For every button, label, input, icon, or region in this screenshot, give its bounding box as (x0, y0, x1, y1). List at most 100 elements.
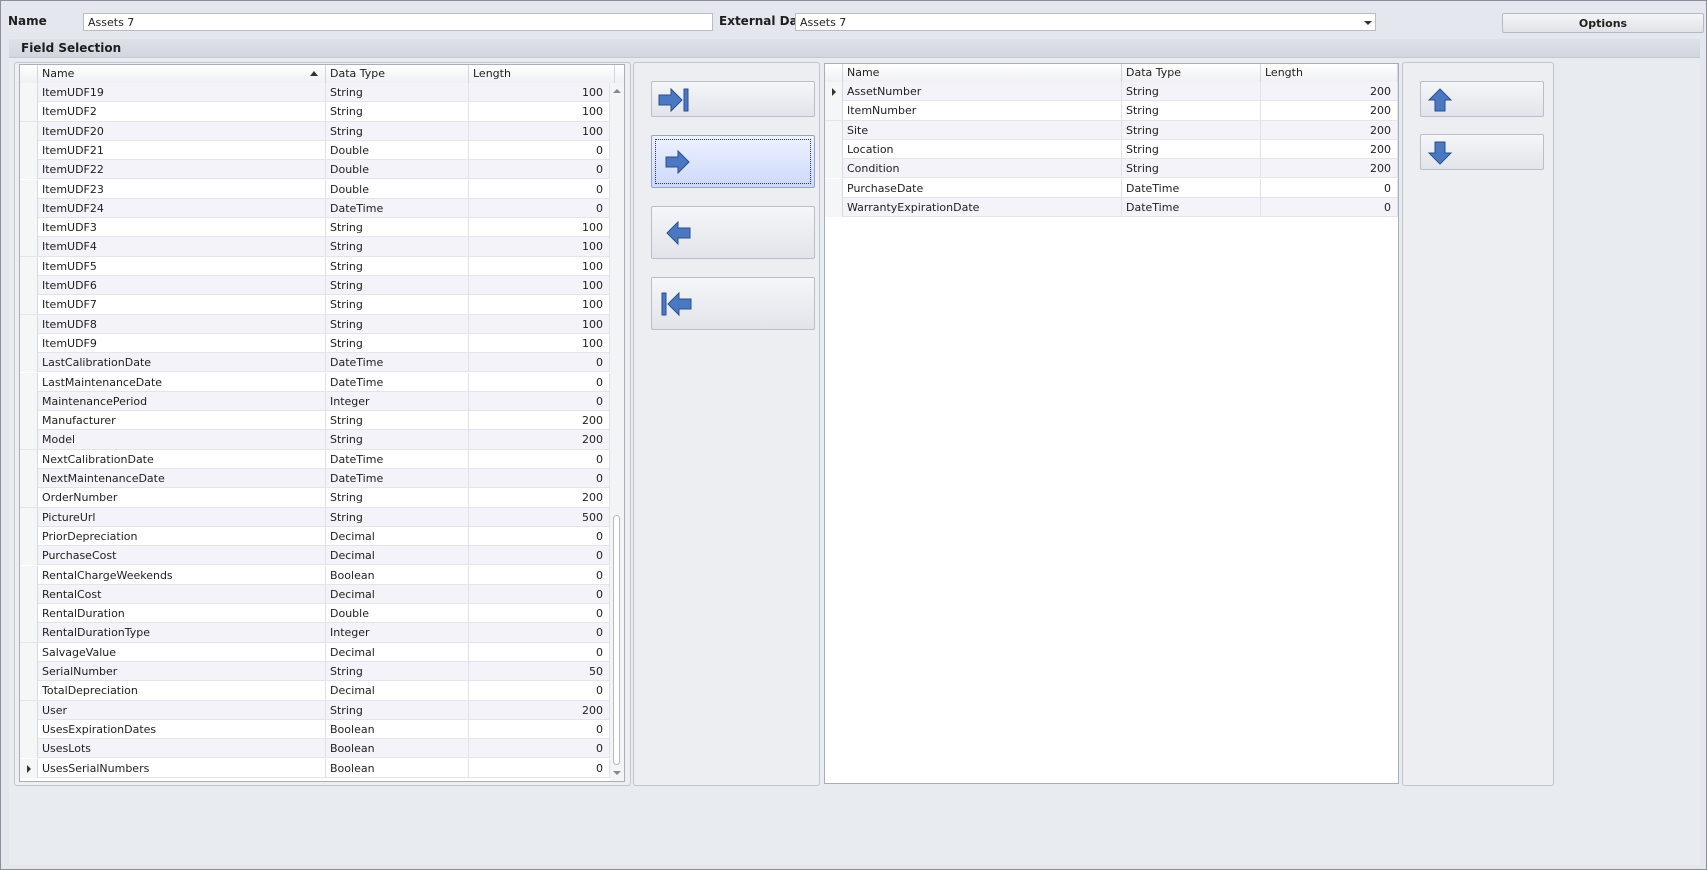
row-indicator[interactable] (20, 160, 38, 180)
row-indicator[interactable] (20, 179, 38, 199)
available-vertical-scrollbar[interactable] (610, 83, 624, 781)
column-header-length[interactable]: Length (1261, 64, 1398, 82)
table-row[interactable]: ItemUDF6 String 100 (20, 276, 624, 296)
table-row[interactable]: Site String 200 (825, 120, 1398, 140)
row-indicator[interactable] (20, 333, 38, 353)
row-indicator[interactable] (20, 449, 38, 469)
table-row[interactable]: RentalCost Decimal 0 (20, 584, 624, 605)
table-row[interactable]: WarrantyExpirationDate DateTime 0 (825, 197, 1398, 218)
table-row[interactable]: AssetNumber String 200 (825, 82, 1398, 102)
column-header-data-type[interactable]: Data Type (326, 65, 469, 83)
column-header-name[interactable]: Name (38, 65, 326, 83)
row-indicator[interactable] (20, 662, 38, 681)
table-row[interactable]: ItemUDF8 String 100 (20, 314, 624, 334)
table-row[interactable]: PurchaseDate DateTime 0 (825, 178, 1398, 198)
row-indicator[interactable] (20, 314, 38, 334)
table-row[interactable]: UsesLots Boolean 0 (20, 739, 624, 759)
table-row[interactable]: ItemUDF19 String 100 (20, 83, 624, 103)
table-row[interactable]: NextMaintenanceDate DateTime 0 (20, 469, 624, 489)
column-header-name[interactable]: Name (843, 64, 1122, 82)
table-row[interactable]: RentalChargeWeekends Boolean 0 (20, 565, 624, 585)
row-indicator[interactable] (20, 295, 38, 315)
row-indicator[interactable] (20, 584, 38, 604)
table-row[interactable]: Model String 200 (20, 430, 624, 450)
row-indicator[interactable] (825, 197, 843, 217)
scroll-up-icon[interactable] (613, 89, 621, 93)
row-indicator[interactable] (20, 604, 38, 624)
table-row[interactable]: SerialNumber String 50 (20, 662, 624, 682)
row-indicator[interactable] (825, 159, 843, 179)
row-indicator[interactable] (20, 469, 38, 488)
table-row[interactable]: Condition String 200 (825, 159, 1398, 179)
row-indicator[interactable] (825, 82, 843, 101)
column-header-data-type[interactable]: Data Type (1122, 64, 1261, 82)
row-indicator[interactable] (20, 488, 38, 508)
table-row[interactable]: RentalDuration Double 0 (20, 604, 624, 624)
row-indicator[interactable] (20, 719, 38, 739)
row-indicator[interactable] (825, 120, 843, 140)
row-indicator[interactable] (825, 101, 843, 121)
row-indicator[interactable] (20, 83, 38, 102)
table-row[interactable]: ItemNumber String 200 (825, 101, 1398, 121)
scrollbar-thumb[interactable] (613, 515, 620, 765)
move-down-button[interactable] (1420, 134, 1544, 170)
row-indicator[interactable] (20, 526, 38, 546)
table-row[interactable]: ItemUDF2 String 100 (20, 102, 624, 122)
move-up-button[interactable] (1420, 81, 1544, 117)
row-indicator[interactable] (20, 353, 38, 373)
table-row[interactable]: ItemUDF20 String 100 (20, 121, 624, 141)
row-indicator[interactable] (20, 102, 38, 122)
row-indicator[interactable] (20, 681, 38, 701)
options-button[interactable]: Options (1502, 13, 1704, 33)
table-row[interactable]: PriorDepreciation Decimal 0 (20, 526, 624, 547)
table-row[interactable]: ItemUDF3 String 100 (20, 218, 624, 238)
chevron-down-icon[interactable] (1364, 21, 1372, 25)
table-row[interactable]: ItemUDF22 Double 0 (20, 160, 624, 180)
row-indicator[interactable] (20, 140, 38, 160)
remove-all-button[interactable] (651, 277, 815, 330)
table-row[interactable]: OrderNumber String 200 (20, 488, 624, 508)
remove-button[interactable] (651, 206, 815, 259)
column-header-length[interactable]: Length (469, 65, 615, 83)
table-row[interactable]: User String 200 (20, 700, 624, 720)
table-row[interactable]: Location String 200 (825, 139, 1398, 160)
name-input[interactable]: Assets 7 (83, 13, 713, 31)
table-row[interactable]: MaintenancePeriod Integer 0 (20, 391, 624, 412)
table-row[interactable]: LastCalibrationDate DateTime 0 (20, 353, 624, 373)
external-data-select[interactable]: Assets 7 (795, 13, 1376, 31)
row-indicator[interactable] (20, 256, 38, 276)
row-indicator[interactable] (20, 372, 38, 392)
add-all-button[interactable] (651, 81, 815, 117)
row-indicator[interactable] (20, 623, 38, 643)
row-indicator[interactable] (20, 198, 38, 218)
table-row[interactable]: ItemUDF23 Double 0 (20, 179, 624, 199)
row-indicator[interactable] (20, 507, 38, 527)
row-indicator[interactable] (20, 642, 38, 662)
row-indicator[interactable] (20, 218, 38, 238)
table-row[interactable]: ItemUDF5 String 100 (20, 256, 624, 276)
table-row[interactable]: UsesExpirationDates Boolean 0 (20, 719, 624, 740)
table-row[interactable]: UsesSerialNumbers Boolean 0 (20, 758, 624, 778)
table-row[interactable]: RentalDurationType Integer 0 (20, 623, 624, 643)
table-row[interactable]: ItemUDF9 String 100 (20, 333, 624, 354)
row-indicator[interactable] (20, 237, 38, 257)
table-row[interactable]: ItemUDF4 String 100 (20, 237, 624, 257)
table-row[interactable]: LastMaintenanceDate DateTime 0 (20, 372, 624, 392)
table-row[interactable]: ItemUDF7 String 100 (20, 295, 624, 315)
table-row[interactable]: PictureUrl String 500 (20, 507, 624, 527)
row-indicator[interactable] (20, 700, 38, 720)
add-button[interactable] (651, 135, 815, 188)
row-indicator[interactable] (20, 546, 38, 566)
table-row[interactable]: Manufacturer String 200 (20, 411, 624, 431)
table-row[interactable]: SalvageValue Decimal 0 (20, 642, 624, 662)
row-indicator[interactable] (20, 411, 38, 431)
row-indicator[interactable] (20, 430, 38, 450)
table-row[interactable]: NextCalibrationDate DateTime 0 (20, 449, 624, 469)
row-indicator[interactable] (20, 276, 38, 295)
row-indicator[interactable] (20, 391, 38, 411)
scroll-down-icon[interactable] (613, 771, 621, 775)
selected-fields-grid[interactable]: Name Data Type Length AssetNumber String 2… (824, 63, 1399, 784)
row-indicator[interactable] (825, 139, 843, 159)
table-row[interactable]: ItemUDF21 Double 0 (20, 140, 624, 161)
row-indicator[interactable] (825, 178, 843, 198)
